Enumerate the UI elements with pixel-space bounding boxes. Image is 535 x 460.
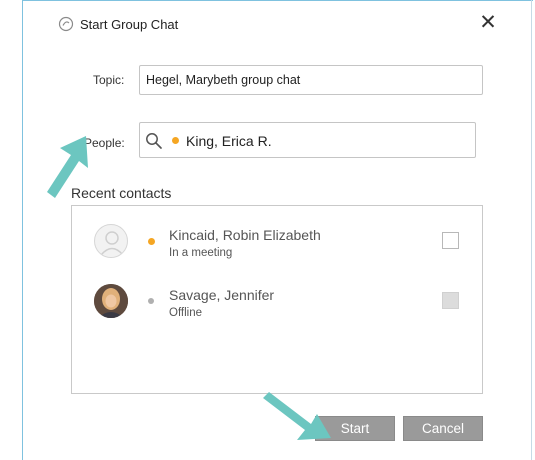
window-frame-top xyxy=(22,0,533,1)
contact-checkbox[interactable] xyxy=(442,292,459,309)
presence-dot-offline xyxy=(148,298,154,304)
topic-input[interactable]: Hegel, Marybeth group chat xyxy=(139,65,483,95)
contact-name: Kincaid, Robin Elizabeth xyxy=(169,227,321,243)
cancel-button[interactable]: Cancel xyxy=(403,416,483,441)
close-button[interactable]: ✕ xyxy=(476,11,500,35)
avatar xyxy=(94,224,128,258)
topic-label: Topic: xyxy=(93,73,125,87)
people-value: King, Erica R. xyxy=(186,133,272,149)
annotation-arrow-icon xyxy=(47,136,88,198)
avatar xyxy=(94,284,128,318)
contact-checkbox[interactable] xyxy=(442,232,459,249)
window-frame-left xyxy=(22,0,23,460)
presence-dot-busy xyxy=(148,238,155,245)
profile-photo xyxy=(94,284,128,318)
contact-name: Savage, Jennifer xyxy=(169,287,275,303)
people-presence-dot xyxy=(172,137,179,144)
contact-status: In a meeting xyxy=(169,247,233,259)
contact-status: Offline xyxy=(169,307,203,319)
chat-app-icon xyxy=(58,16,74,32)
dialog-title: Start Group Chat xyxy=(80,17,179,32)
window-frame-right xyxy=(531,0,532,460)
topic-value: Hegel, Marybeth group chat xyxy=(146,73,301,87)
annotation-arrow-icon xyxy=(263,392,331,440)
search-icon xyxy=(146,133,162,149)
